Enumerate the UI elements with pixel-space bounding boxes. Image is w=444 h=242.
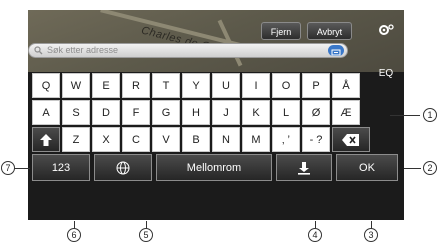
callout-6: 6 — [67, 228, 81, 242]
download-arrow-icon — [298, 161, 310, 175]
search-icon — [34, 46, 43, 55]
callout-5: 5 — [139, 228, 153, 242]
callout-2: 2 — [423, 161, 437, 175]
callout-3: 3 — [364, 228, 378, 242]
numbers-key[interactable]: 123 — [32, 154, 90, 181]
search-placeholder: Søk etter adresse — [47, 45, 119, 55]
key[interactable]: M — [242, 127, 270, 152]
delete-button[interactable]: Fjern — [261, 22, 301, 40]
download-key[interactable] — [276, 154, 332, 181]
key[interactable]: Å — [332, 73, 360, 98]
key[interactable]: C — [122, 127, 150, 152]
navigation-screen: Charles de Gaulle Fjern Avbryt Søk etter… — [28, 10, 404, 220]
key[interactable]: U — [212, 73, 240, 98]
search-field[interactable]: Søk etter adresse — [28, 43, 348, 58]
key[interactable]: P — [302, 73, 330, 98]
cancel-button[interactable]: Avbryt — [307, 22, 352, 40]
callout-4: 4 — [308, 228, 322, 242]
key[interactable]: N — [212, 127, 240, 152]
map-background: Charles de Gaulle — [28, 10, 404, 72]
callout-7: 7 — [1, 161, 15, 175]
gear-icon — [379, 24, 394, 35]
key[interactable]: T — [152, 73, 180, 98]
key[interactable]: V — [152, 127, 180, 152]
globe-icon — [116, 161, 130, 174]
key[interactable]: E — [92, 73, 120, 98]
key[interactable]: W — [62, 73, 90, 98]
shift-key[interactable] — [32, 127, 60, 152]
backspace-key[interactable] — [332, 127, 370, 152]
key[interactable]: D — [92, 100, 120, 125]
key[interactable]: S — [62, 100, 90, 125]
key[interactable]: Æ — [332, 100, 360, 125]
shift-arrow-icon — [40, 133, 52, 146]
key[interactable]: O — [272, 73, 300, 98]
key[interactable]: I — [242, 73, 270, 98]
key[interactable]: L — [272, 100, 300, 125]
keyboard-toggle-icon[interactable] — [328, 45, 344, 56]
key[interactable]: J — [212, 100, 240, 125]
key[interactable]: Q — [32, 73, 60, 98]
settings-icon[interactable] — [368, 22, 404, 43]
key[interactable]: B — [182, 127, 210, 152]
key[interactable]: G — [152, 100, 180, 125]
key[interactable]: X — [92, 127, 120, 152]
key[interactable]: Ø — [302, 100, 330, 125]
key[interactable]: F — [122, 100, 150, 125]
eq-button[interactable]: EQ — [368, 68, 404, 79]
key[interactable]: H — [182, 100, 210, 125]
key[interactable]: A — [32, 100, 60, 125]
ok-key[interactable]: OK — [336, 154, 398, 181]
key[interactable]: ‐ ? — [302, 127, 330, 152]
key[interactable]: R — [122, 73, 150, 98]
key[interactable]: K — [242, 100, 270, 125]
key[interactable]: ‚ ’ — [272, 127, 300, 152]
space-key[interactable]: Mellomrom — [156, 154, 272, 181]
backspace-icon — [342, 133, 359, 146]
language-key[interactable] — [94, 154, 152, 181]
callout-1: 1 — [423, 108, 437, 122]
key[interactable]: Z — [62, 127, 90, 152]
key[interactable]: Y — [182, 73, 210, 98]
